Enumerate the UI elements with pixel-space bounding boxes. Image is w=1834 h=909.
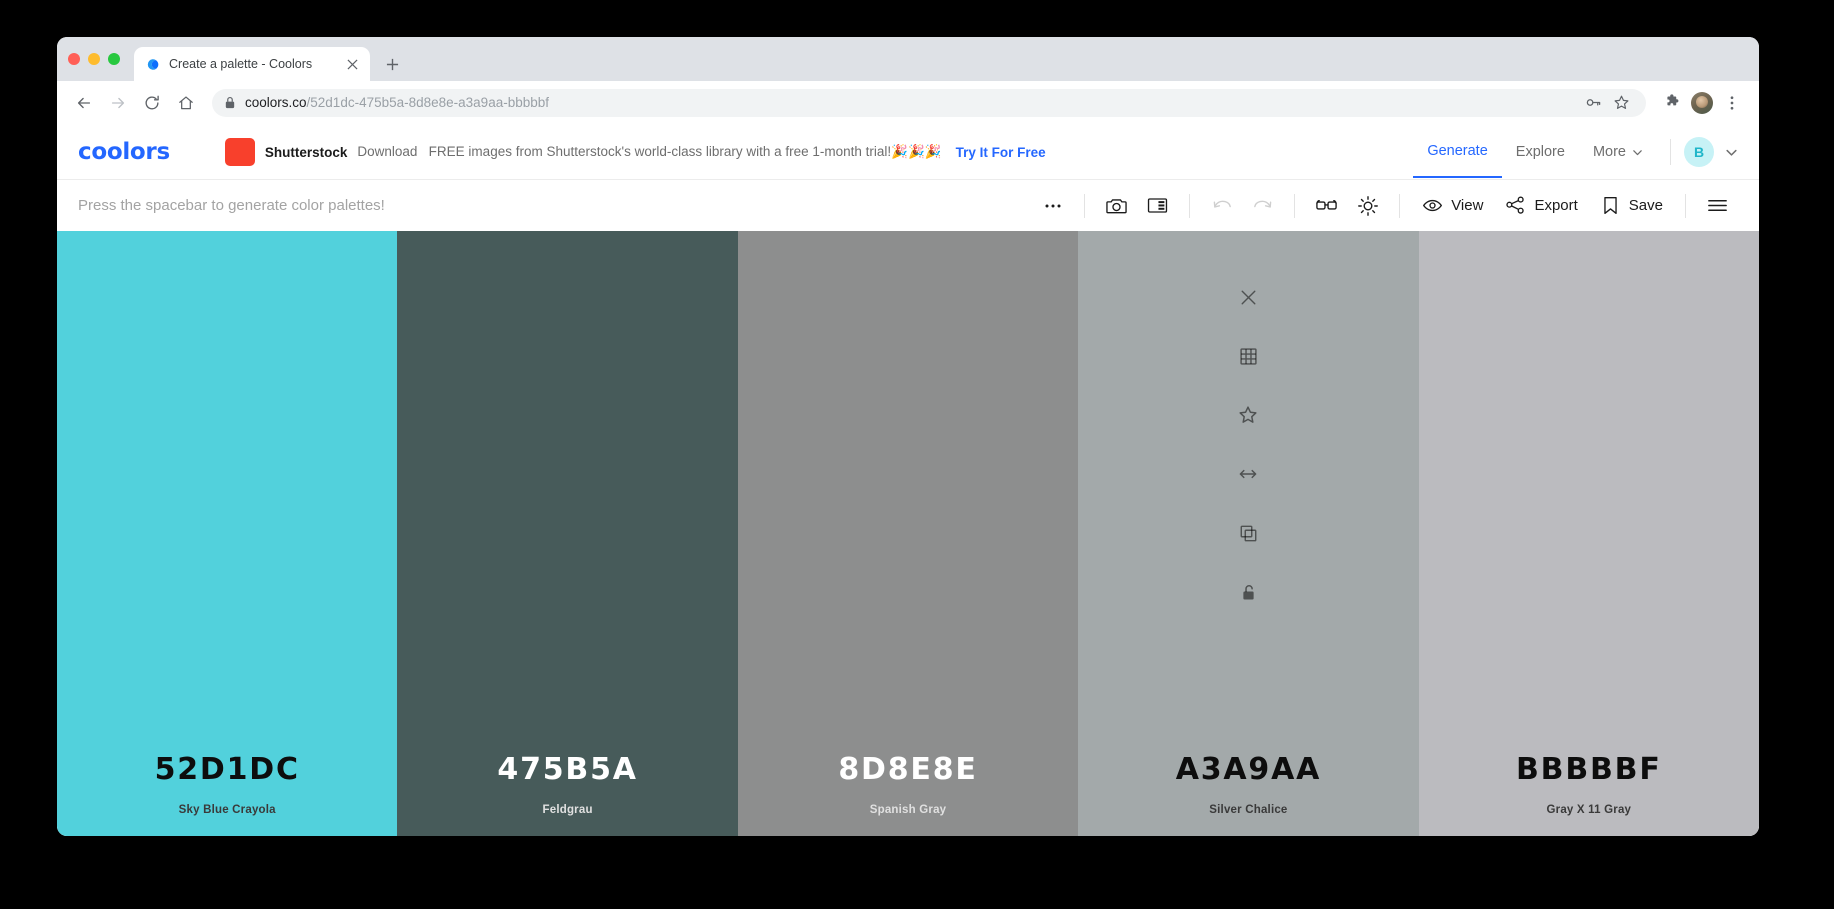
column-actions — [1078, 283, 1418, 606]
toolbar-divider — [1084, 193, 1086, 218]
palette-column[interactable]: 475B5A Feldgrau — [397, 231, 738, 836]
layout-panel-icon[interactable] — [1137, 185, 1178, 226]
more-options-icon[interactable] — [1032, 185, 1073, 226]
color-hex-value[interactable]: BBBBBF — [1516, 752, 1662, 787]
promo-text: Download FREE images from Shutterstock's… — [357, 144, 942, 159]
promo-brand-name: Shutterstock — [264, 144, 348, 160]
hamburger-menu-icon[interactable] — [1697, 185, 1738, 226]
export-button-label: Export — [1534, 197, 1578, 214]
toolbar-hint-text: Press the spacebar to generate color pal… — [78, 197, 385, 214]
promo-cta-link[interactable]: Try It For Free — [956, 145, 1046, 160]
new-tab-button[interactable] — [378, 50, 406, 78]
user-menu-chevron-down-icon[interactable] — [1725, 146, 1738, 159]
toolbar-actions: View Export Save — [1032, 185, 1738, 226]
save-button-label: Save — [1628, 197, 1663, 214]
browser-tab[interactable]: Create a palette - Coolors — [134, 47, 370, 81]
share-nodes-icon — [1505, 195, 1526, 216]
export-button[interactable]: Export — [1494, 185, 1588, 226]
nav-item-generate-label: Generate — [1427, 143, 1488, 159]
key-icon[interactable] — [1580, 90, 1606, 116]
extensions-button[interactable] — [1657, 88, 1687, 118]
home-button[interactable] — [171, 88, 201, 118]
browser-window: Create a palette - Coolors coolors.co/52… — [57, 37, 1759, 836]
color-hex-value[interactable]: 475B5A — [497, 752, 637, 787]
nav-item-more-label: More — [1592, 144, 1626, 160]
lock-icon — [224, 96, 236, 109]
color-name-label: Silver Chalice — [1209, 804, 1288, 816]
chevron-down-icon — [1632, 147, 1643, 158]
toolbar-divider — [1294, 193, 1296, 218]
coolors-app: coolors Shutterstock Download FREE image… — [57, 125, 1759, 836]
address-bar-url: coolors.co/52d1dc-475b5a-8d8e8e-a3a9aa-b… — [245, 95, 549, 110]
color-name-label: Gray X 11 Gray — [1546, 804, 1632, 816]
coolors-favicon-icon — [144, 56, 160, 72]
color-hex-value[interactable]: 52D1DC — [155, 752, 300, 787]
browser-tab-title: Create a palette - Coolors — [169, 57, 313, 71]
close-tab-icon[interactable] — [344, 56, 360, 72]
color-palette: 52D1DC Sky Blue Crayola 475B5A Feldgrau … — [57, 231, 1759, 836]
grid-shades-icon[interactable] — [1234, 342, 1262, 370]
profile-avatar-icon[interactable] — [1691, 91, 1713, 114]
close-icon[interactable] — [1234, 283, 1262, 311]
back-button[interactable] — [69, 88, 99, 118]
bookmark-icon — [1600, 195, 1621, 216]
nav-divider — [1670, 139, 1671, 165]
view-button[interactable]: View — [1411, 185, 1494, 226]
app-nav: Generate Explore More B — [1413, 126, 1738, 178]
user-avatar[interactable]: B — [1684, 137, 1714, 167]
redo-icon[interactable] — [1242, 185, 1283, 226]
palette-column[interactable]: 8D8E8E Spanish Gray — [737, 231, 1079, 836]
star-icon[interactable] — [1608, 90, 1634, 116]
unlock-icon[interactable] — [1234, 578, 1262, 606]
view-button-label: View — [1451, 197, 1484, 214]
glasses-icon[interactable] — [1306, 185, 1347, 226]
color-name-label: Sky Blue Crayola — [178, 804, 276, 816]
shutterstock-logo-icon — [224, 138, 255, 166]
toolbar-divider — [1685, 193, 1686, 218]
close-window-button[interactable] — [68, 53, 80, 65]
nav-item-more[interactable]: More — [1579, 127, 1657, 177]
eye-icon — [1422, 195, 1443, 216]
nav-item-explore[interactable]: Explore — [1502, 127, 1579, 177]
color-hex-value[interactable]: 8D8E8E — [838, 752, 977, 787]
palette-column[interactable]: A3A9AA Silver Chalice — [1078, 231, 1419, 836]
nav-item-generate[interactable]: Generate — [1413, 126, 1502, 178]
color-name-label: Spanish Gray — [869, 804, 947, 816]
copy-icon[interactable] — [1234, 519, 1262, 547]
palette-column[interactable]: 52D1DC Sky Blue Crayola — [57, 231, 398, 836]
shutterstock-promo-banner[interactable]: Shutterstock Download FREE images from S… — [224, 138, 1389, 166]
app-header: coolors Shutterstock Download FREE image… — [57, 125, 1759, 179]
user-avatar-initial: B — [1693, 144, 1705, 160]
camera-icon[interactable] — [1096, 185, 1137, 226]
toolbar-divider — [1399, 193, 1401, 218]
coolors-logo[interactable]: coolors — [78, 139, 170, 165]
undo-icon[interactable] — [1201, 185, 1242, 226]
window-traffic-lights — [68, 37, 134, 81]
reload-button[interactable] — [137, 88, 167, 118]
save-button[interactable]: Save — [1589, 185, 1674, 226]
color-name-label: Feldgrau — [542, 804, 593, 816]
address-bar-input[interactable]: coolors.co/52d1dc-475b5a-8d8e8e-a3a9aa-b… — [212, 88, 1646, 117]
palette-column[interactable]: BBBBBF Gray X 11 Gray — [1418, 231, 1759, 836]
brightness-icon[interactable] — [1347, 185, 1388, 226]
maximize-window-button[interactable] — [108, 53, 120, 65]
color-hex-value[interactable]: A3A9AA — [1176, 752, 1321, 787]
nav-item-explore-label: Explore — [1515, 144, 1565, 160]
omnibox-right-actions — [1580, 90, 1634, 116]
tab-strip: Create a palette - Coolors — [57, 37, 1759, 81]
app-toolbar: Press the spacebar to generate color pal… — [57, 179, 1759, 231]
star-favorite-icon[interactable] — [1234, 401, 1262, 429]
toolbar-divider — [1189, 193, 1191, 218]
drag-horizontal-icon[interactable] — [1234, 460, 1262, 488]
forward-button[interactable] — [103, 88, 133, 118]
address-bar-row: coolors.co/52d1dc-475b5a-8d8e8e-a3a9aa-b… — [57, 81, 1759, 125]
minimize-window-button[interactable] — [88, 53, 100, 65]
browser-menu-button[interactable] — [1717, 88, 1747, 118]
